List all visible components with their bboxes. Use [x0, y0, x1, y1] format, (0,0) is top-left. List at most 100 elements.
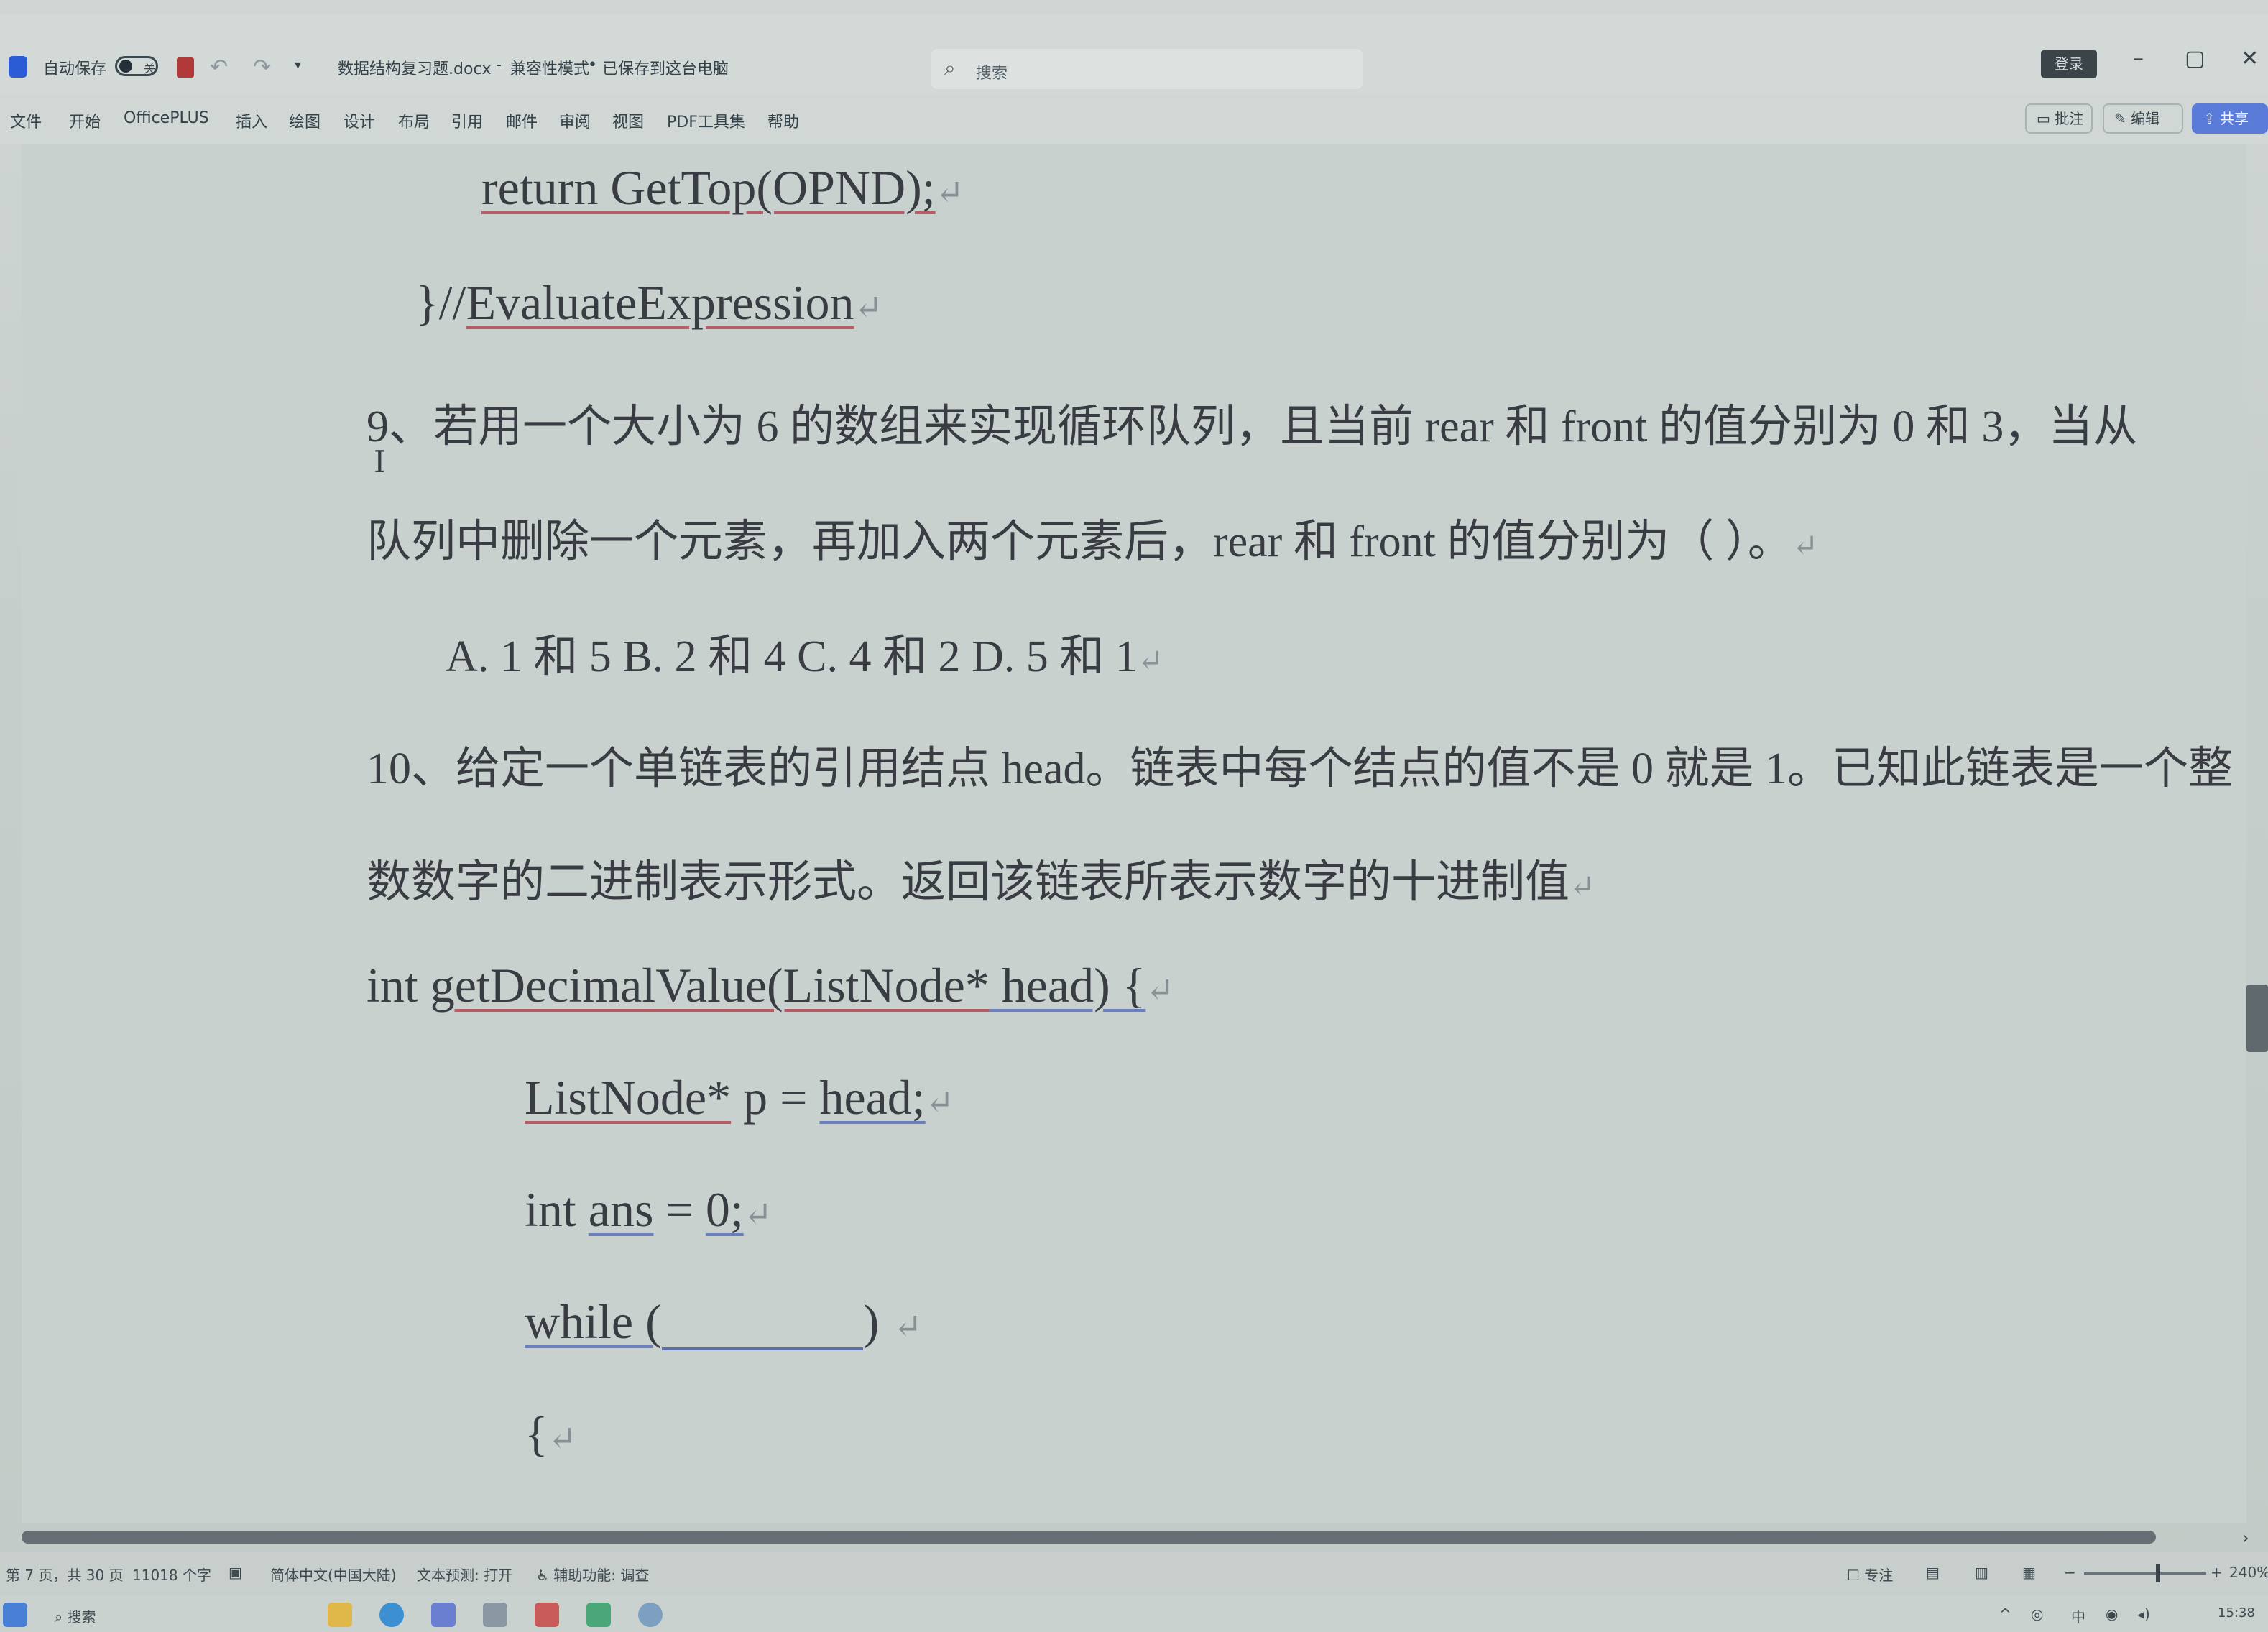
minimize-button[interactable]: – — [2133, 46, 2144, 71]
autosave-toggle-state: 关 — [144, 62, 156, 75]
share-button[interactable]: ⇪ 共享 — [2192, 103, 2268, 134]
code-function-end-line[interactable]: }//EvaluateExpression↵ — [415, 275, 882, 331]
question-9-line-1[interactable]: 9、若用一个大小为 6 的数组来实现循环队列，且当前 rear 和 front … — [367, 389, 2137, 454]
code-pointer-line[interactable]: ListNode* p = head;↵ — [525, 1069, 954, 1126]
paragraph-mark: ↵ — [548, 1421, 577, 1458]
paragraph-mark: ↵ — [1569, 870, 1596, 904]
save-status-chevron-icon[interactable]: ⌄ — [711, 59, 722, 74]
app-icon[interactable] — [431, 1603, 456, 1627]
question-10-line-2[interactable]: 数数字的二进制表示形式。返回该链表所表示数字的十进制值↵ — [367, 845, 1595, 910]
paragraph-mark: ↵ — [935, 175, 964, 212]
search-placeholder: 搜索 — [976, 65, 1008, 83]
accessibility-icon: ♿ — [536, 1567, 554, 1584]
pencil-icon: ✎ — [2114, 110, 2131, 127]
tab-insert[interactable]: 插入 — [236, 109, 267, 132]
file-explorer-icon[interactable] — [328, 1603, 352, 1627]
taskbar: ⌕ 搜索 ^ ◎ 中 ◉ ◂) 15:38 — [0, 1595, 2268, 1632]
paragraph-mark: ↵ — [743, 1197, 773, 1234]
tray-chevron-icon[interactable]: ^ — [1999, 1605, 2011, 1623]
language-icon[interactable]: ◉ — [2106, 1605, 2118, 1623]
paragraph-mark: ↵ — [1137, 644, 1164, 678]
restore-button[interactable]: ▢ — [2185, 46, 2205, 71]
app-icon[interactable] — [638, 1603, 663, 1627]
code-while-line[interactable]: while () ↵ — [525, 1294, 922, 1350]
screen: 自动保存 关 ↶ ↷ ▾ 数据结构复习题.docx - 兼容性模式 • 已保存到… — [0, 0, 2268, 1632]
save-status[interactable]: 已保存到这台电脑 — [602, 56, 729, 79]
zoom-slider[interactable] — [2084, 1572, 2206, 1575]
question-9-line-2[interactable]: 队列中删除一个元素，再加入两个元素后，rear 和 front 的值分别为（ ）… — [367, 504, 1818, 569]
focus-mode-button[interactable]: ☐ 专注 — [1847, 1564, 1893, 1585]
autosave-label: 自动保存 — [43, 60, 107, 78]
tab-references[interactable]: 引用 — [451, 109, 483, 132]
paragraph-mark: ↵ — [893, 1309, 923, 1346]
proofing-icon[interactable]: ▣ — [229, 1564, 242, 1581]
tab-mailings[interactable]: 邮件 — [506, 109, 538, 132]
share-icon: ⇪ — [2203, 110, 2221, 127]
search-box[interactable]: ⌕ 搜索 — [931, 49, 1363, 89]
network-icon[interactable]: ◎ — [2031, 1605, 2043, 1623]
code-brace-line[interactable]: {↵ — [525, 1406, 577, 1462]
document-filename: 数据结构复习题.docx — [338, 60, 492, 78]
horizontal-scrollbar[interactable] — [22, 1531, 2156, 1544]
app-icon[interactable] — [535, 1603, 559, 1627]
title-separator: - — [496, 56, 502, 74]
tab-pdf-tools[interactable]: PDF工具集 — [667, 109, 745, 132]
code-return-line[interactable]: return GetTop(OPND);↵ — [481, 160, 964, 216]
sign-in-button[interactable]: 登录 — [2041, 50, 2097, 78]
accessibility-status[interactable]: ♿ 辅助功能: 调查 — [536, 1564, 649, 1585]
zoom-slider-thumb[interactable] — [2156, 1564, 2160, 1582]
code-signature-line[interactable]: int getDecimalValue(ListNode* head) {↵ — [367, 957, 1174, 1014]
word-logo-icon — [9, 56, 27, 78]
zoom-level[interactable]: 240% — [2229, 1564, 2268, 1581]
tab-draw[interactable]: 绘图 — [289, 109, 321, 132]
question-10-line-1[interactable]: 10、给定一个单链表的引用结点 head。链表中每个结点的值不是 0 就是 1。… — [367, 732, 2233, 796]
close-button[interactable]: ✕ — [2241, 46, 2259, 71]
tab-design[interactable]: 设计 — [344, 109, 375, 132]
tab-layout[interactable]: 布局 — [398, 109, 430, 132]
language-status[interactable]: 简体中文(中国大陆) — [270, 1564, 397, 1585]
volume-icon[interactable]: ◂) — [2137, 1605, 2150, 1623]
vertical-scrollbar-thumb[interactable] — [2246, 985, 2268, 1052]
tab-file[interactable]: 文件 — [10, 109, 42, 132]
document-canvas[interactable]: return GetTop(OPND);↵ }//EvaluateExpress… — [22, 144, 2246, 1523]
zoom-in-icon[interactable]: + — [2211, 1564, 2223, 1581]
print-layout-icon[interactable]: ▥ — [1975, 1564, 1988, 1581]
edge-browser-icon[interactable] — [379, 1603, 404, 1627]
tab-help[interactable]: 帮助 — [767, 109, 799, 132]
read-mode-icon[interactable]: ▤ — [1926, 1564, 1940, 1581]
comments-button[interactable]: ▭ 批注 — [2025, 103, 2093, 134]
start-menu-icon[interactable] — [3, 1603, 27, 1627]
undo-icon[interactable]: ↶ — [210, 55, 228, 80]
paragraph-mark: ↵ — [1792, 529, 1819, 563]
paragraph-mark: ↵ — [854, 290, 883, 327]
code-ans-line[interactable]: int ans = 0;↵ — [525, 1181, 773, 1238]
comment-icon: ▭ — [2037, 110, 2055, 127]
clock[interactable]: 15:38 — [2218, 1605, 2255, 1621]
tab-review[interactable]: 审阅 — [559, 109, 591, 132]
customize-toolbar-icon[interactable]: ▾ — [295, 57, 301, 73]
app-icon[interactable] — [483, 1603, 507, 1627]
tab-home[interactable]: 开始 — [69, 109, 101, 132]
tab-officeplus[interactable]: OfficePLUS — [124, 109, 209, 127]
question-9-options[interactable]: A. 1 和 5 B. 2 和 4 C. 4 和 2 D. 5 和 1↵ — [446, 619, 1163, 684]
ime-indicator[interactable]: 中 — [2071, 1605, 2085, 1626]
text-prediction-status[interactable]: 文本预测: 打开 — [417, 1564, 512, 1585]
app-icon[interactable] — [586, 1603, 611, 1627]
scroll-right-arrow-icon[interactable]: › — [2242, 1528, 2249, 1548]
editing-button[interactable]: ✎ 编辑 — [2103, 103, 2183, 134]
word-count[interactable]: 11018 个字 — [132, 1564, 211, 1585]
search-icon: ⌕ — [944, 56, 956, 80]
status-bar: 第 7 页，共 30 页 11018 个字 ▣ 简体中文(中国大陆) 文本预测:… — [0, 1552, 2268, 1595]
focus-icon: ☐ — [1847, 1567, 1865, 1584]
title-bar: 自动保存 关 ↶ ↷ ▾ 数据结构复习题.docx - 兼容性模式 • 已保存到… — [0, 14, 2268, 93]
web-layout-icon[interactable]: ▦ — [2022, 1564, 2036, 1581]
tab-view[interactable]: 视图 — [612, 109, 644, 132]
page-count[interactable]: 第 7 页，共 30 页 — [6, 1564, 124, 1585]
search-icon: ⌕ — [55, 1608, 68, 1626]
save-icon[interactable] — [177, 57, 194, 78]
taskbar-search[interactable]: ⌕ 搜索 — [55, 1605, 96, 1626]
zoom-out-icon[interactable]: − — [2064, 1564, 2076, 1581]
fill-in-blank[interactable] — [661, 1304, 863, 1350]
redo-icon[interactable]: ↷ — [253, 55, 271, 80]
paragraph-mark: ↵ — [1145, 972, 1175, 1010]
